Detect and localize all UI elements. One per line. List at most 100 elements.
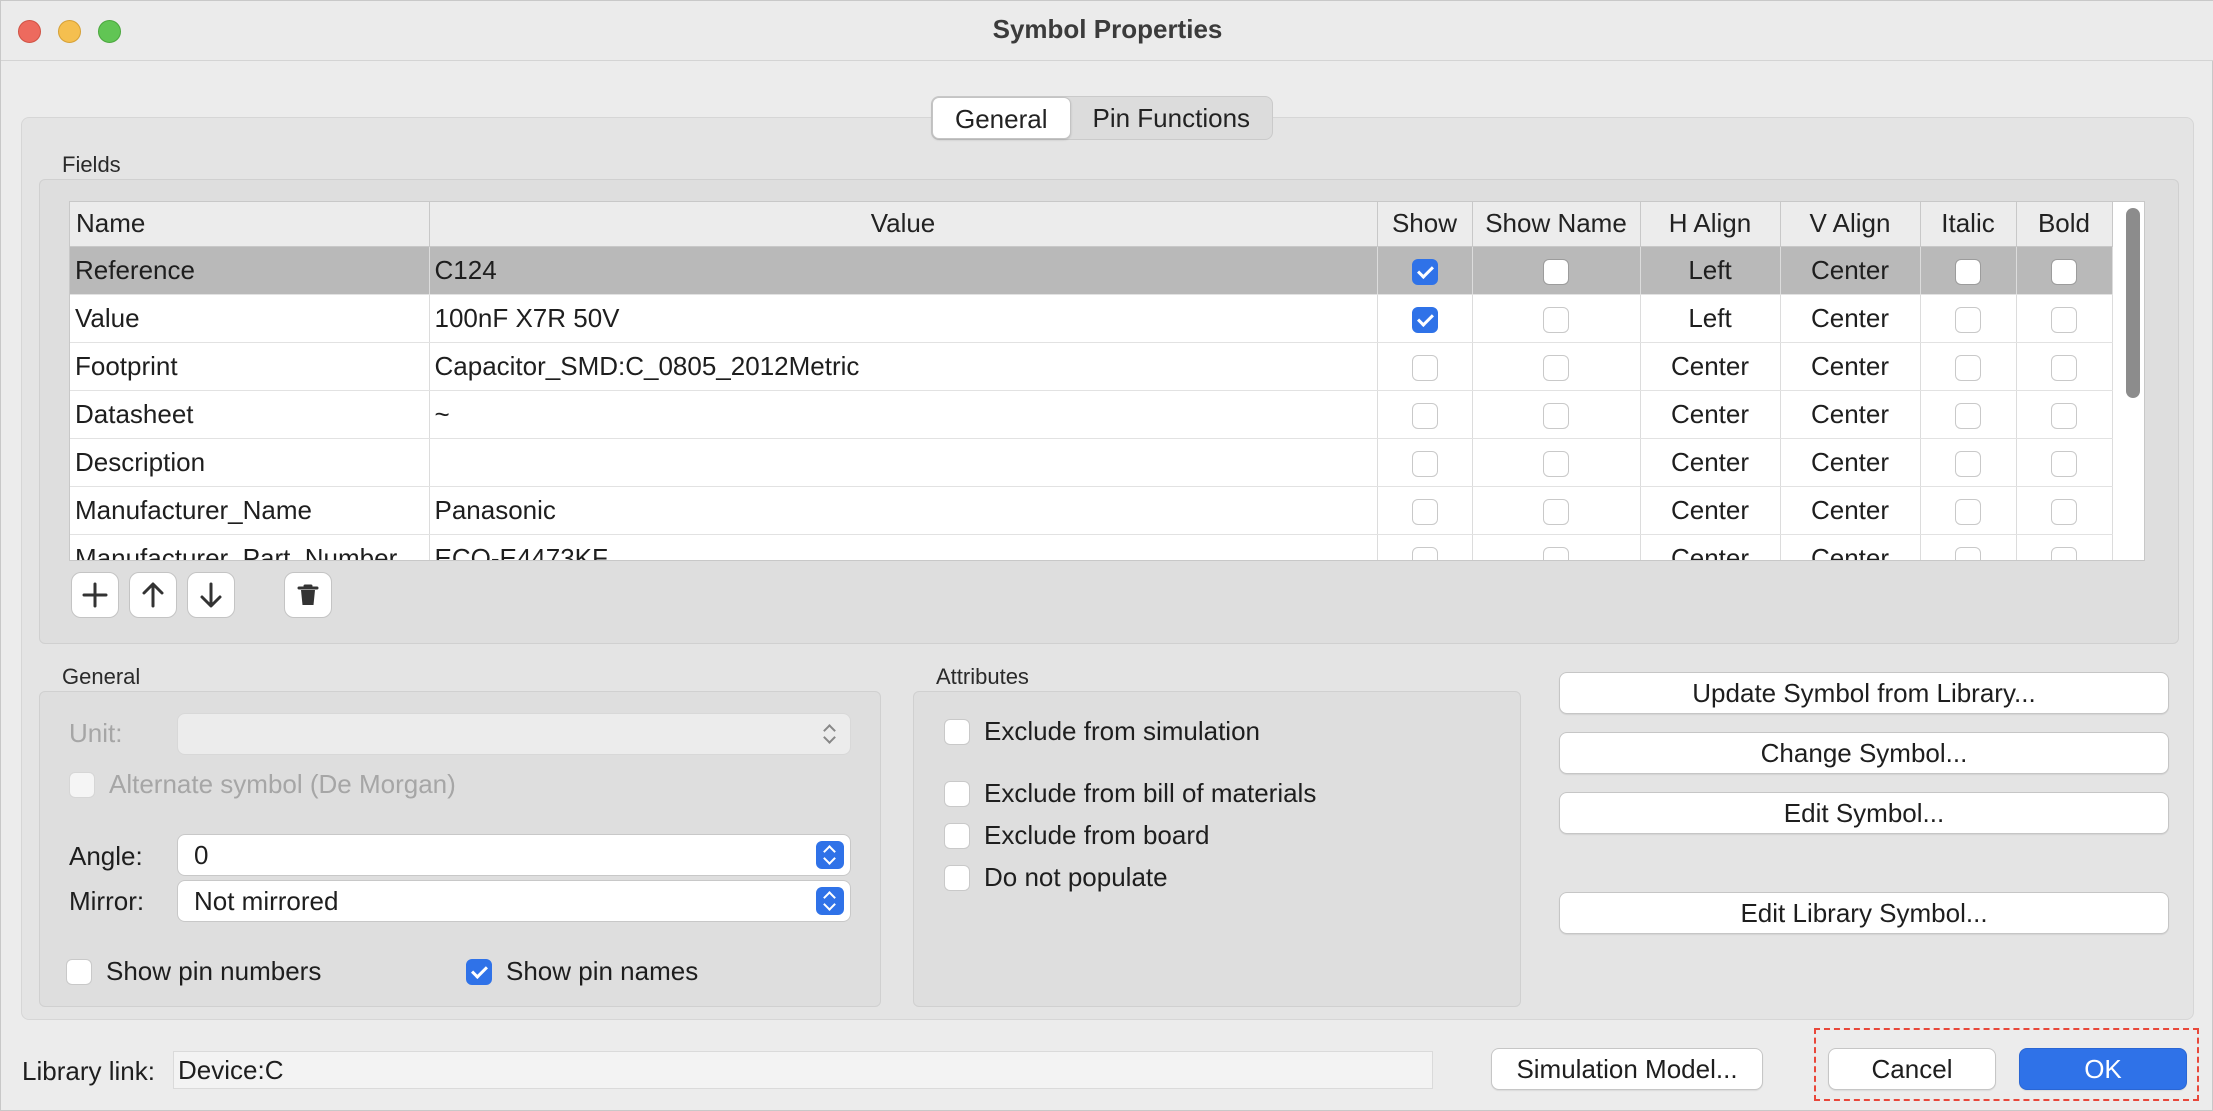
simulation-model-button[interactable]: Simulation Model...: [1491, 1048, 1763, 1090]
show-name-cell[interactable]: [1472, 246, 1641, 295]
field-name-cell[interactable]: Footprint: [70, 342, 430, 391]
field-name-cell[interactable]: Value: [70, 294, 430, 343]
field-value-cell[interactable]: Panasonic: [429, 486, 1378, 535]
move-up-button[interactable]: [129, 572, 177, 618]
v-align-cell[interactable]: Center: [1780, 294, 1921, 343]
bold-checkbox[interactable]: [2051, 498, 2077, 525]
show-name-checkbox[interactable]: [1543, 354, 1569, 381]
show-name-cell[interactable]: [1472, 342, 1641, 391]
change-symbol-button[interactable]: Change Symbol...: [1559, 732, 2169, 774]
column-header-show[interactable]: Show: [1377, 202, 1473, 247]
show-pin-names-box[interactable]: [466, 958, 492, 985]
v-align-cell[interactable]: Center: [1780, 486, 1921, 535]
italic-checkbox[interactable]: [1955, 450, 1981, 477]
column-header-name[interactable]: Name: [70, 202, 430, 247]
bold-cell[interactable]: [2016, 342, 2113, 391]
show-name-checkbox[interactable]: [1543, 498, 1569, 525]
bold-checkbox[interactable]: [2051, 450, 2077, 477]
exclude-board-box[interactable]: [944, 822, 970, 849]
show-cell[interactable]: [1377, 342, 1473, 391]
library-link-field[interactable]: Device:C: [173, 1051, 1433, 1089]
table-row[interactable]: Reference C124 Left Center: [70, 246, 2113, 295]
italic-cell[interactable]: [1920, 486, 2017, 535]
bold-checkbox[interactable]: [2051, 546, 2077, 560]
italic-checkbox[interactable]: [1955, 354, 1981, 381]
show-cell[interactable]: [1377, 390, 1473, 439]
v-align-cell[interactable]: Center: [1780, 438, 1921, 487]
add-field-button[interactable]: [71, 572, 119, 618]
bold-cell[interactable]: [2016, 294, 2113, 343]
field-value-cell[interactable]: ~: [429, 390, 1378, 439]
bold-checkbox[interactable]: [2051, 354, 2077, 381]
italic-cell[interactable]: [1920, 534, 2017, 560]
v-align-cell[interactable]: Center: [1780, 342, 1921, 391]
bold-cell[interactable]: [2016, 486, 2113, 535]
exclude-bom-box[interactable]: [944, 780, 970, 807]
show-cell[interactable]: [1377, 294, 1473, 343]
column-header-show-name[interactable]: Show Name: [1472, 202, 1641, 247]
show-name-cell[interactable]: [1472, 294, 1641, 343]
cancel-button[interactable]: Cancel: [1828, 1048, 1996, 1090]
ok-button[interactable]: OK: [2019, 1048, 2187, 1090]
show-name-checkbox[interactable]: [1543, 306, 1569, 333]
table-row[interactable]: Manufacturer_Name Panasonic Center Center: [70, 486, 2113, 535]
fields-scrollbar[interactable]: [2126, 208, 2140, 398]
show-cell[interactable]: [1377, 246, 1473, 295]
show-name-cell[interactable]: [1472, 438, 1641, 487]
tab-pin-functions[interactable]: Pin Functions: [1071, 97, 1273, 139]
show-checkbox[interactable]: [1411, 258, 1438, 285]
show-pin-numbers-checkbox[interactable]: Show pin numbers: [66, 956, 321, 987]
show-name-checkbox[interactable]: [1543, 546, 1569, 560]
column-header-italic[interactable]: Italic: [1920, 202, 2017, 247]
show-checkbox[interactable]: [1411, 546, 1438, 560]
do-not-populate-box[interactable]: [944, 864, 970, 891]
show-name-checkbox[interactable]: [1543, 402, 1569, 429]
exclude-simulation-checkbox[interactable]: Exclude from simulation: [944, 716, 1260, 747]
italic-cell[interactable]: [1920, 342, 2017, 391]
v-align-cell[interactable]: Center: [1780, 390, 1921, 439]
italic-cell[interactable]: [1920, 294, 2017, 343]
field-name-cell[interactable]: Description: [70, 438, 430, 487]
field-value-cell[interactable]: [429, 438, 1378, 487]
italic-checkbox[interactable]: [1955, 402, 1981, 429]
italic-cell[interactable]: [1920, 438, 2017, 487]
italic-checkbox[interactable]: [1955, 546, 1981, 560]
show-pin-names-checkbox[interactable]: Show pin names: [466, 956, 698, 987]
show-name-cell[interactable]: [1472, 390, 1641, 439]
h-align-cell[interactable]: Center: [1640, 438, 1781, 487]
column-header-h-align[interactable]: H Align: [1640, 202, 1781, 247]
italic-checkbox[interactable]: [1955, 498, 1981, 525]
update-symbol-button[interactable]: Update Symbol from Library...: [1559, 672, 2169, 714]
h-align-cell[interactable]: Center: [1640, 390, 1781, 439]
bold-checkbox[interactable]: [2051, 258, 2077, 285]
move-down-button[interactable]: [187, 572, 235, 618]
field-value-cell[interactable]: 100nF X7R 50V: [429, 294, 1378, 343]
italic-cell[interactable]: [1920, 246, 2017, 295]
show-cell[interactable]: [1377, 534, 1473, 560]
edit-symbol-button[interactable]: Edit Symbol...: [1559, 792, 2169, 834]
field-name-cell[interactable]: Manufacturer_Part_Number: [70, 534, 430, 560]
v-align-cell[interactable]: Center: [1780, 534, 1921, 560]
h-align-cell[interactable]: Center: [1640, 486, 1781, 535]
bold-cell[interactable]: [2016, 246, 2113, 295]
v-align-cell[interactable]: Center: [1780, 246, 1921, 295]
show-checkbox[interactable]: [1411, 450, 1438, 477]
italic-cell[interactable]: [1920, 390, 2017, 439]
show-checkbox[interactable]: [1411, 354, 1438, 381]
table-row[interactable]: Value 100nF X7R 50V Left Center: [70, 294, 2113, 343]
italic-checkbox[interactable]: [1955, 258, 1981, 285]
field-name-cell[interactable]: Reference: [70, 246, 430, 295]
h-align-cell[interactable]: Center: [1640, 534, 1781, 560]
bold-cell[interactable]: [2016, 534, 2113, 560]
show-cell[interactable]: [1377, 438, 1473, 487]
bold-cell[interactable]: [2016, 438, 2113, 487]
column-header-v-align[interactable]: V Align: [1780, 202, 1921, 247]
bold-cell[interactable]: [2016, 390, 2113, 439]
h-align-cell[interactable]: Center: [1640, 342, 1781, 391]
exclude-bom-checkbox[interactable]: Exclude from bill of materials: [944, 778, 1316, 809]
show-pin-numbers-box[interactable]: [66, 958, 92, 985]
h-align-cell[interactable]: Left: [1640, 246, 1781, 295]
field-value-cell[interactable]: Capacitor_SMD:C_0805_2012Metric: [429, 342, 1378, 391]
delete-field-button[interactable]: [284, 572, 332, 618]
show-name-cell[interactable]: [1472, 534, 1641, 560]
